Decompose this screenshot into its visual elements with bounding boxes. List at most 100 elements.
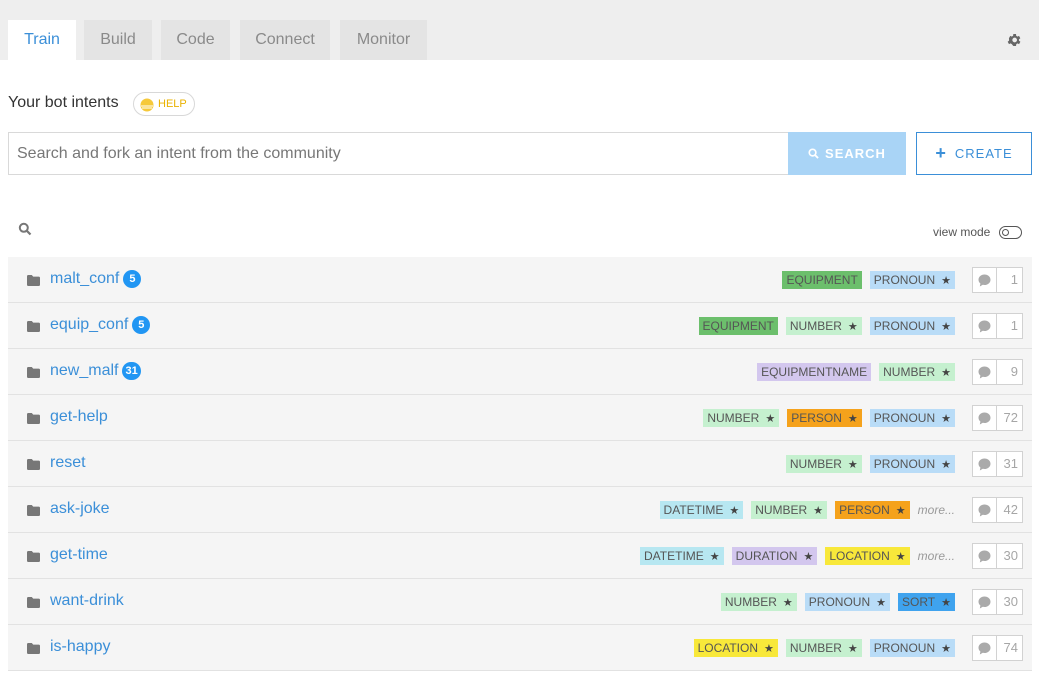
expressions-count[interactable]: 42 <box>972 497 1023 523</box>
entity-tag[interactable]: PRONOUN ★ <box>869 455 955 473</box>
expressions-count[interactable]: 1 <box>972 313 1023 339</box>
intent-name: get-help <box>50 408 108 425</box>
intent-name-link[interactable]: ask-joke <box>50 500 110 518</box>
entity-tag-list: EQUIPMENTNAME NUMBER ★ <box>757 363 955 381</box>
intent-row[interactable]: reset NUMBER ★ PRONOUN ★ 31 <box>8 441 1032 487</box>
entity-tag[interactable]: NUMBER ★ <box>785 317 862 335</box>
filter-search-icon[interactable] <box>18 222 32 236</box>
entity-tag-label: PERSON <box>791 411 842 425</box>
tab-connect[interactable]: Connect <box>240 20 330 60</box>
entity-tag[interactable]: DATETIME ★ <box>640 547 724 565</box>
intent-row[interactable]: equip_conf 5 EQUIPMENT NUMBER ★ PRONOUN ★ 1 <box>8 303 1032 349</box>
entity-tag-label: DATETIME <box>644 549 704 563</box>
entity-tag[interactable]: PERSON ★ <box>787 409 862 427</box>
tab-build[interactable]: Build <box>84 20 152 60</box>
intent-name-link[interactable]: new_malf 31 <box>50 362 141 380</box>
intent-name: get-time <box>50 546 108 563</box>
star-icon: ★ <box>729 505 740 517</box>
intent-name-link[interactable]: is-happy <box>50 638 110 656</box>
help-button[interactable]: HELP <box>133 92 195 116</box>
intent-row[interactable]: get-time DATETIME ★ DURATION ★ LOCATION ★ more.… <box>8 533 1032 579</box>
intent-count-badge: 5 <box>132 316 151 334</box>
star-icon: ★ <box>764 643 774 655</box>
tab-monitor[interactable]: Monitor <box>340 20 427 60</box>
entity-tag[interactable]: PRONOUN ★ <box>804 593 890 611</box>
entity-tag[interactable]: NUMBER ★ <box>879 363 955 381</box>
expressions-count[interactable]: 30 <box>972 543 1023 569</box>
more-tags-link[interactable]: more... <box>918 503 955 517</box>
entity-tag-list: NUMBER ★ PRONOUN ★ SORT ★ <box>720 593 955 611</box>
entity-tag-list: LOCATION ★ NUMBER ★ PRONOUN ★ <box>693 639 955 657</box>
entity-tag[interactable]: NUMBER ★ <box>720 593 797 611</box>
intent-row[interactable]: new_malf 31 EQUIPMENTNAME NUMBER ★ 9 <box>8 349 1032 395</box>
entity-tag-label: LOCATION <box>829 549 890 563</box>
entity-tag-label: EQUIPMENTNAME <box>761 365 868 379</box>
entity-tag-label: SORT <box>902 595 936 609</box>
entity-tag-label: EQUIPMENT <box>786 273 858 287</box>
expressions-count[interactable]: 30 <box>972 589 1023 615</box>
entity-tag-label: LOCATION <box>697 641 759 655</box>
entity-tag[interactable]: SORT ★ <box>898 593 955 611</box>
help-label: HELP <box>158 98 187 110</box>
expressions-count-value: 30 <box>1003 594 1018 609</box>
entity-tag[interactable]: EQUIPMENT <box>698 317 778 335</box>
folder-icon <box>27 321 40 332</box>
expressions-count-value: 30 <box>1003 548 1018 563</box>
expressions-count[interactable]: 1 <box>972 267 1023 293</box>
entity-tag[interactable]: LOCATION ★ <box>693 639 778 657</box>
entity-tag[interactable]: PRONOUN ★ <box>869 409 955 427</box>
entity-tag-label: PRONOUN <box>873 641 936 655</box>
entity-tag[interactable]: PRONOUN ★ <box>869 639 955 657</box>
community-search-input[interactable] <box>8 132 789 175</box>
entity-tag-label: DURATION <box>735 549 798 563</box>
search-button[interactable]: SEARCH <box>788 132 906 175</box>
entity-tag[interactable]: NUMBER ★ <box>785 639 862 657</box>
entity-tag[interactable]: EQUIPMENTNAME <box>757 363 872 381</box>
intent-name: is-happy <box>50 638 111 655</box>
intent-name-link[interactable]: want-drink <box>50 592 124 610</box>
tab-train[interactable]: Train <box>8 20 76 60</box>
entity-tag[interactable]: PERSON ★ <box>835 501 910 519</box>
entity-tag[interactable]: LOCATION ★ <box>825 547 910 565</box>
gear-icon[interactable] <box>1006 32 1022 48</box>
intent-count-badge: 5 <box>123 270 142 288</box>
entity-tag[interactable]: EQUIPMENT <box>782 271 862 289</box>
intent-name-link[interactable]: malt_conf 5 <box>50 270 142 288</box>
expressions-count[interactable]: 74 <box>972 635 1023 661</box>
divider <box>996 452 997 476</box>
more-tags-link[interactable]: more... <box>918 549 955 563</box>
star-icon: ★ <box>941 459 951 471</box>
speech-bubble-icon <box>978 274 991 287</box>
entity-tag[interactable]: NUMBER ★ <box>751 501 828 519</box>
intent-name-link[interactable]: get-help <box>50 408 108 426</box>
entity-tag[interactable]: DURATION ★ <box>731 547 818 565</box>
intent-row[interactable]: ask-joke DATETIME ★ NUMBER ★ PERSON ★ more... 42 <box>8 487 1032 533</box>
intent-name-link[interactable]: get-time <box>50 546 108 564</box>
entity-tag-label: PRONOUN <box>873 319 936 333</box>
star-icon: ★ <box>847 643 858 655</box>
entity-tag[interactable]: PRONOUN ★ <box>869 271 955 289</box>
create-button[interactable]: + CREATE <box>916 132 1032 175</box>
intent-row[interactable]: want-drink NUMBER ★ PRONOUN ★ SORT ★ 30 <box>8 579 1032 625</box>
expressions-count[interactable]: 9 <box>972 359 1023 385</box>
entity-tag-label: PRONOUN <box>873 273 936 287</box>
entity-tag[interactable]: NUMBER ★ <box>785 455 862 473</box>
entity-tag[interactable]: DATETIME ★ <box>659 501 744 519</box>
entity-tag[interactable]: NUMBER ★ <box>703 409 780 427</box>
intent-row[interactable]: get-help NUMBER ★ PERSON ★ PRONOUN ★ 72 <box>8 395 1032 441</box>
intent-row[interactable]: malt_conf 5 EQUIPMENT PRONOUN ★ 1 <box>8 257 1032 303</box>
expressions-count[interactable]: 72 <box>972 405 1023 431</box>
entity-tag-list: EQUIPMENT NUMBER ★ PRONOUN ★ <box>698 317 955 335</box>
speech-bubble-icon <box>978 458 991 471</box>
intent-name-link[interactable]: reset <box>50 454 86 472</box>
intent-name-link[interactable]: equip_conf 5 <box>50 316 151 334</box>
folder-icon <box>27 505 40 516</box>
intent-row[interactable]: is-happy LOCATION ★ NUMBER ★ PRONOUN ★ 74 <box>8 625 1032 671</box>
create-button-label: CREATE <box>954 146 1013 161</box>
view-mode-toggle[interactable] <box>999 226 1022 239</box>
folder-icon <box>27 413 40 424</box>
entity-tag[interactable]: PRONOUN ★ <box>869 317 955 335</box>
tab-code[interactable]: Code <box>161 20 230 60</box>
folder-icon <box>27 459 40 470</box>
expressions-count[interactable]: 31 <box>972 451 1023 477</box>
